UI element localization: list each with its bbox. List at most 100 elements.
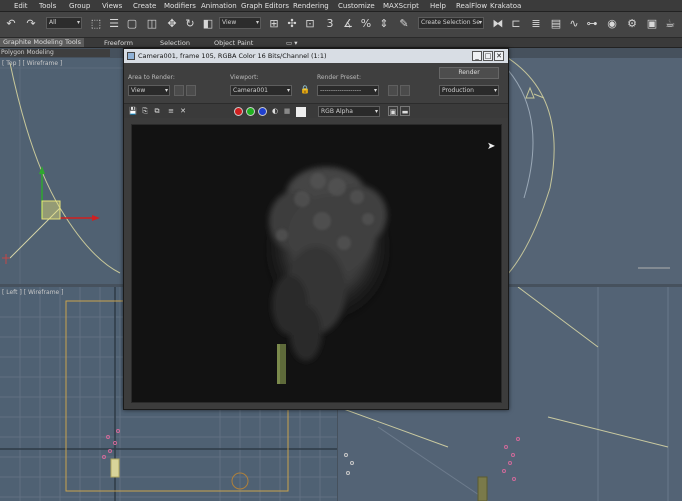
mouse-cursor-icon: ➤ bbox=[487, 141, 496, 152]
material-editor-icon[interactable]: ◉ bbox=[604, 16, 620, 32]
save-image-icon[interactable]: 💾 bbox=[128, 106, 138, 116]
menu-graph-editors[interactable]: Graph Editors bbox=[241, 2, 289, 10]
pivot-icon[interactable]: ⊞ bbox=[266, 16, 282, 32]
print-image-icon[interactable]: ≡ bbox=[166, 106, 176, 116]
edit-region-button[interactable] bbox=[174, 85, 184, 96]
angle-snap-icon[interactable]: ∡ bbox=[340, 16, 356, 32]
snap-icon[interactable]: 3 bbox=[322, 16, 338, 32]
lock-icon[interactable]: 🔒 bbox=[300, 85, 310, 94]
render-preset-label: Render Preset: bbox=[317, 74, 361, 81]
emitter-object[interactable] bbox=[110, 458, 120, 478]
blue-channel-button[interactable] bbox=[258, 107, 267, 116]
polygon-modeling-panel[interactable]: Polygon Modeling bbox=[0, 49, 110, 57]
selection-filter-dropdown[interactable]: All ▾ bbox=[46, 17, 82, 29]
smoke-plume bbox=[266, 167, 390, 361]
alpha-channel-icon[interactable]: ◐ bbox=[270, 106, 280, 116]
close-button[interactable]: ✕ bbox=[494, 51, 504, 61]
menu-views[interactable]: Views bbox=[102, 2, 122, 10]
render-setup-button[interactable] bbox=[388, 85, 398, 96]
render-frame-toolbar: 💾 ⎘ ⧉ ≡ ✕ ◐ ■ RGB Alpha ▾ ▣ ▬ bbox=[124, 103, 508, 118]
rendered-image-area[interactable]: ➤ bbox=[131, 124, 502, 403]
tab-freeform[interactable]: Freeform bbox=[104, 39, 133, 47]
rect-region-icon[interactable]: ▢ bbox=[124, 16, 140, 32]
channel-display-dropdown[interactable]: RGB Alpha ▾ bbox=[318, 106, 380, 117]
menu-modifiers[interactable]: Modifiers bbox=[164, 2, 196, 10]
toggle-ui-icon[interactable]: ▬ bbox=[400, 106, 410, 116]
chevron-down-icon: ▾ bbox=[493, 87, 497, 94]
tab-selection[interactable]: Selection bbox=[160, 39, 190, 47]
edit-named-selection-icon[interactable]: ✎ bbox=[396, 16, 412, 32]
production-dropdown[interactable]: Production ▾ bbox=[439, 85, 499, 96]
mirror-icon[interactable]: ⧓ bbox=[490, 16, 506, 32]
named-selection-dropdown[interactable]: Create Selection Se ▾ bbox=[418, 17, 484, 29]
menu-krakatoa[interactable]: Krakatoa bbox=[490, 2, 521, 10]
layer-manager-icon[interactable]: ≣ bbox=[528, 16, 544, 32]
menu-help[interactable]: Help bbox=[430, 2, 446, 10]
tab-graphite-modeling-tools[interactable]: Graphite Modeling Tools bbox=[0, 38, 85, 47]
menu-tools[interactable]: Tools bbox=[39, 2, 56, 10]
menu-group[interactable]: Group bbox=[69, 2, 90, 10]
redo-icon[interactable]: ↷ bbox=[23, 16, 39, 32]
select-by-name-icon[interactable]: ☰ bbox=[106, 16, 122, 32]
render-window-titlebar[interactable]: Camera001, frame 105, RGBA Color 16 Bits… bbox=[124, 49, 508, 63]
maximize-button[interactable]: □ bbox=[483, 51, 493, 61]
render-button[interactable]: Render bbox=[439, 67, 499, 79]
viewport-label-left[interactable]: [ Left ] [ Wireframe ] bbox=[2, 289, 63, 296]
area-to-render-dropdown[interactable]: View ▾ bbox=[128, 85, 170, 96]
spinner-snap-icon[interactable]: ⇕ bbox=[376, 16, 392, 32]
viewport-dropdown[interactable]: Camera001 ▾ bbox=[230, 85, 292, 96]
gizmo-plane-handle[interactable] bbox=[41, 200, 61, 220]
rendered-frame-window[interactable]: Camera001, frame 105, RGBA Color 16 Bits… bbox=[123, 48, 509, 410]
swatch-icon[interactable] bbox=[296, 107, 306, 117]
window-crossing-icon[interactable]: ◫ bbox=[144, 16, 160, 32]
render-controls: Area to Render: View ▾ Viewport: Camera00… bbox=[124, 63, 508, 103]
select-rotate-icon[interactable]: ↻ bbox=[182, 16, 198, 32]
chevron-down-icon: ▾ bbox=[164, 87, 168, 94]
red-channel-button[interactable] bbox=[234, 107, 243, 116]
menu-animation[interactable]: Animation bbox=[201, 2, 237, 10]
minimize-button[interactable]: _ bbox=[472, 51, 482, 61]
viewport-label-top[interactable]: [ Top ] [ Wireframe ] bbox=[2, 60, 62, 67]
render-production-icon[interactable]: ☕ bbox=[662, 16, 678, 32]
menu-maxscript[interactable]: MAXScript bbox=[383, 2, 419, 10]
clear-icon[interactable]: ✕ bbox=[178, 106, 188, 116]
graphite-toggle-icon[interactable]: ▤ bbox=[548, 16, 564, 32]
menu-edit[interactable]: Edit bbox=[14, 2, 28, 10]
area-to-render-label: Area to Render: bbox=[128, 74, 175, 81]
main-toolbar: ↶ ↷ ⚭ All▾ ⬚ ☰ ▢ ◫ ✥ ↻ ◧ View▾ ⊞ ✣ ⊡ 3 ∡… bbox=[0, 12, 682, 38]
manipulate-icon[interactable]: ✣ bbox=[284, 16, 300, 32]
ribbon-minimize-icon[interactable]: ▭ ▾ bbox=[286, 39, 297, 47]
render-window-title: Camera001, frame 105, RGBA Color 16 Bits… bbox=[138, 52, 327, 60]
monochrome-icon[interactable]: ■ bbox=[282, 106, 292, 116]
auto-region-button[interactable] bbox=[186, 85, 196, 96]
align-icon[interactable]: ⊏ bbox=[508, 16, 524, 32]
chevron-down-icon: ▾ bbox=[286, 87, 290, 94]
rendered-smoke-image bbox=[266, 167, 390, 384]
chevron-down-icon: ▾ bbox=[374, 108, 378, 115]
rendered-frame-window-icon[interactable]: ▣ bbox=[644, 16, 660, 32]
clone-window-icon[interactable]: ⧉ bbox=[152, 106, 162, 116]
render-preset-dropdown[interactable]: ------------------- ▾ bbox=[317, 85, 379, 96]
environment-button[interactable] bbox=[400, 85, 410, 96]
select-object-icon[interactable]: ⬚ bbox=[88, 16, 104, 32]
green-channel-button[interactable] bbox=[246, 107, 255, 116]
menu-rendering[interactable]: Rendering bbox=[293, 2, 329, 10]
select-move-icon[interactable]: ✥ bbox=[164, 16, 180, 32]
percent-snap-icon[interactable]: % bbox=[358, 16, 374, 32]
emitter-object-persp[interactable] bbox=[477, 476, 488, 501]
menu-create[interactable]: Create bbox=[133, 2, 156, 10]
toggle-ui-overlay-icon[interactable]: ▣ bbox=[388, 106, 398, 116]
viewport-label: Viewport: bbox=[230, 74, 259, 81]
keyboard-shortcut-icon[interactable]: ⊡ bbox=[302, 16, 318, 32]
reference-coord-dropdown[interactable]: View ▾ bbox=[219, 17, 261, 29]
menu-realflow[interactable]: RealFlow bbox=[456, 2, 487, 10]
menu-customize[interactable]: Customize bbox=[338, 2, 375, 10]
select-scale-icon[interactable]: ◧ bbox=[200, 16, 216, 32]
window-app-icon bbox=[127, 52, 135, 60]
curve-editor-icon[interactable]: ∿ bbox=[566, 16, 582, 32]
undo-icon[interactable]: ↶ bbox=[3, 16, 19, 32]
render-setup-icon[interactable]: ⚙ bbox=[624, 16, 640, 32]
copy-image-icon[interactable]: ⎘ bbox=[140, 106, 150, 116]
schematic-view-icon[interactable]: ⊶ bbox=[584, 16, 600, 32]
tab-object-paint[interactable]: Object Paint bbox=[214, 39, 253, 47]
